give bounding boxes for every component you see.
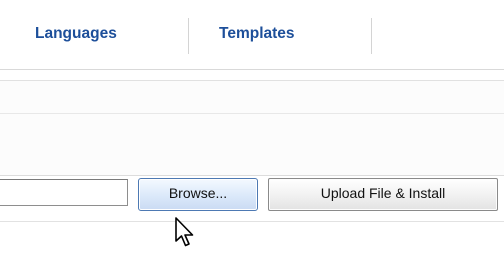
upload-install-button[interactable]: Upload File & Install bbox=[268, 178, 498, 211]
tab-languages[interactable]: Languages bbox=[35, 21, 117, 47]
content-panel bbox=[0, 81, 504, 176]
panel-divider bbox=[0, 113, 504, 114]
tab-divider bbox=[371, 18, 372, 54]
tab-bar-bottom-border bbox=[0, 69, 504, 70]
tab-bar: Languages Templates bbox=[0, 0, 504, 70]
tab-divider bbox=[188, 18, 189, 54]
file-path-input[interactable] bbox=[0, 179, 128, 206]
row-divider bbox=[0, 221, 504, 222]
tab-templates[interactable]: Templates bbox=[219, 21, 295, 47]
torn-edge bbox=[0, 245, 504, 276]
browse-button[interactable]: Browse... bbox=[138, 178, 258, 211]
upload-row: Browse... Upload File & Install bbox=[0, 176, 504, 220]
